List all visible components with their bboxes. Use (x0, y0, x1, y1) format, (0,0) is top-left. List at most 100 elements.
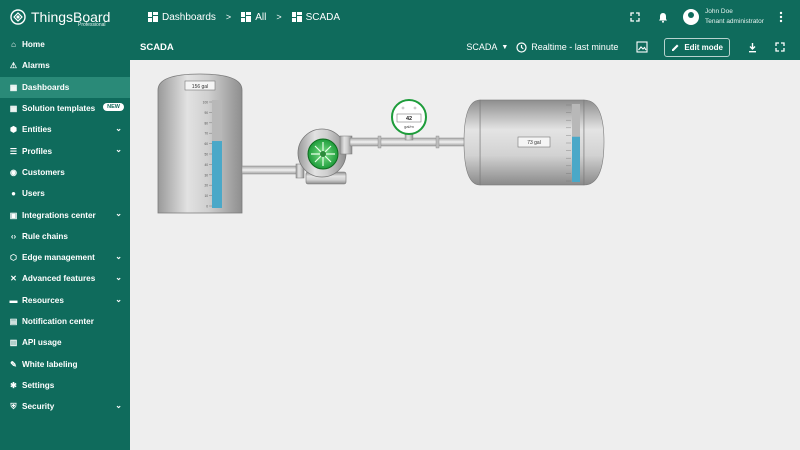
right-tank-fluid-level (572, 136, 580, 182)
notification-icon: ▤ (9, 317, 18, 326)
sidebar-item-advanced-features[interactable]: ✕ Advanced features ⌄ (0, 268, 130, 289)
sidebar: ThingsBoard Professional ⌂ Home ⚠ Alarms ▦ Da… (0, 0, 130, 450)
left-tank-fluid-level (212, 141, 222, 208)
user-name: John Doe (705, 8, 733, 15)
left-scale-label: 50 (204, 153, 208, 157)
dashboard-toolbar: SCADA SCADA ▼ Realtime - last minute Edi… (130, 34, 800, 60)
sidebar-item-customers[interactable]: ◉ Customers (0, 162, 130, 183)
fullscreen-icon[interactable] (772, 39, 788, 55)
thingsboard-logo-icon (10, 9, 26, 25)
state-select[interactable]: SCADA ▼ (466, 42, 508, 52)
left-tank[interactable]: 1009080706050403020100 156 gal (157, 73, 243, 214)
scada-diagram: 1009080706050403020100 156 gal 42 gal/m … (157, 73, 605, 214)
timewindow-label: Realtime - last minute (531, 42, 619, 52)
home-icon: ⌂ (11, 40, 16, 50)
new-badge: NEW (103, 102, 124, 111)
more-vert-icon[interactable] (774, 10, 788, 24)
sidebar-item-settings[interactable]: ✱ Settings (0, 375, 130, 396)
alarm-icon: ⚠ (9, 61, 18, 71)
tools-icon: ✕ (10, 274, 17, 284)
sidebar-item-api-usage[interactable]: ▥ API usage (0, 332, 130, 353)
avatar[interactable] (683, 9, 699, 25)
sidebar-item-label: API usage (22, 338, 62, 348)
breadcrumb-separator: > (225, 12, 232, 22)
breadcrumb-dashboards[interactable]: Dashboards (162, 12, 216, 23)
dashboard-icon: ▦ (9, 82, 18, 92)
sidebar-item-rule-chains[interactable]: ‹› Rule chains (0, 226, 130, 247)
edge-icon: ⬡ (10, 253, 17, 263)
left-scale-label: 20 (204, 184, 208, 188)
flow-meter-value: 42 (406, 116, 412, 122)
chevron-down-icon[interactable]: ⌄ (115, 401, 122, 410)
sidebar-item-label: Edge management (22, 253, 95, 263)
shield-icon: ⛨ (10, 401, 17, 411)
sidebar-item-white-labeling[interactable]: ✎ White labeling (0, 353, 130, 374)
download-icon[interactable] (744, 39, 760, 55)
fullscreen-icon[interactable] (628, 10, 642, 24)
chevron-down-icon[interactable]: ⌄ (115, 273, 122, 282)
chevron-down-icon[interactable]: ⌄ (115, 252, 122, 261)
user-role: Tenant administrator (705, 18, 764, 25)
dashboard-icon (291, 12, 302, 22)
breadcrumb-all[interactable]: All (255, 12, 266, 23)
sidebar-item-label: Alarms (22, 61, 50, 71)
profiles-icon: ☰ (9, 146, 18, 156)
flow-meter-unit: gal/m (404, 124, 414, 129)
folder-icon: ▬ (9, 295, 18, 305)
left-scale-label: 40 (204, 163, 208, 167)
top-bar-actions: John Doe Tenant administrator (621, 0, 800, 34)
user-icon: ● (11, 189, 16, 199)
edit-mode-button[interactable]: Edit mode (664, 37, 730, 57)
sidebar-item-home[interactable]: ⌂ Home (0, 34, 130, 55)
sidebar-item-integrations-center[interactable]: ▣ Integrations center ⌄ (0, 204, 130, 225)
user-info[interactable]: John Doe Tenant administrator (705, 7, 767, 27)
logo-edition: Professional (78, 22, 106, 28)
notifications-icon[interactable] (656, 10, 670, 24)
right-tank[interactable]: 73 gal (463, 99, 605, 186)
image-icon[interactable] (634, 39, 650, 55)
pencil-icon (671, 43, 680, 52)
sidebar-item-label: Resources (22, 295, 64, 305)
pipe-left (241, 165, 301, 175)
sidebar-item-entities[interactable]: ⬢ Entities ⌄ (0, 119, 130, 140)
breadcrumb-separator: > (276, 12, 282, 22)
left-scale-label: 60 (204, 142, 208, 146)
sidebar-item-label: Integrations center (22, 210, 96, 220)
chevron-down-icon[interactable]: ⌄ (115, 295, 122, 304)
code-icon: ‹› (10, 231, 17, 241)
pump[interactable] (295, 128, 353, 185)
sidebar-item-label: Users (22, 189, 45, 199)
sidebar-item-users[interactable]: ● Users (0, 183, 130, 204)
chevron-down-icon[interactable]: ⌄ (115, 145, 122, 154)
flow-meter[interactable]: 42 gal/m (391, 99, 427, 141)
sidebar-item-dashboards[interactable]: ▦ Dashboards (0, 76, 130, 98)
left-scale-label: 90 (204, 111, 208, 115)
edit-mode-label: Edit mode (684, 42, 723, 52)
chevron-down-icon[interactable]: ⌄ (115, 124, 122, 133)
left-scale-label: 70 (204, 132, 208, 136)
logo[interactable]: ThingsBoard Professional (0, 0, 130, 34)
dashboard-icon (148, 12, 158, 22)
sidebar-item-security[interactable]: ⛨ Security ⌄ (0, 396, 130, 417)
sidebar-item-resources[interactable]: ▬ Resources ⌄ (0, 290, 130, 311)
dashboard-title: SCADA (140, 41, 174, 53)
clock-icon (516, 41, 527, 53)
sidebar-item-label: Solution templates (22, 104, 96, 114)
left-scale-label: 10 (204, 194, 208, 198)
sidebar-item-label: Settings (22, 380, 55, 390)
timewindow-button[interactable]: Realtime - last minute (516, 41, 619, 53)
grid-icon: ▦ (9, 104, 18, 114)
state-select-value: SCADA (466, 42, 498, 52)
sidebar-item-profiles[interactable]: ☰ Profiles ⌄ (0, 140, 130, 161)
breadcrumb: Dashboards > All > SCADA (148, 12, 340, 23)
chevron-down-icon[interactable]: ⌄ (115, 209, 122, 218)
breadcrumb-scada: SCADA (305, 11, 341, 23)
sidebar-item-label: Advanced features (22, 274, 96, 284)
top-bar: Dashboards > All > SCADA John Doe Tenant… (130, 0, 800, 34)
gear-icon: ✱ (10, 380, 17, 390)
sidebar-item-notification-center[interactable]: ▤ Notification center (0, 311, 130, 332)
sidebar-item-solution-templates[interactable]: ▦ Solution templates NEW (0, 98, 130, 119)
sidebar-item-edge-management[interactable]: ⬡ Edge management ⌄ (0, 247, 130, 268)
caret-down-icon: ▼ (501, 43, 509, 51)
sidebar-item-alarms[interactable]: ⚠ Alarms (0, 55, 130, 76)
